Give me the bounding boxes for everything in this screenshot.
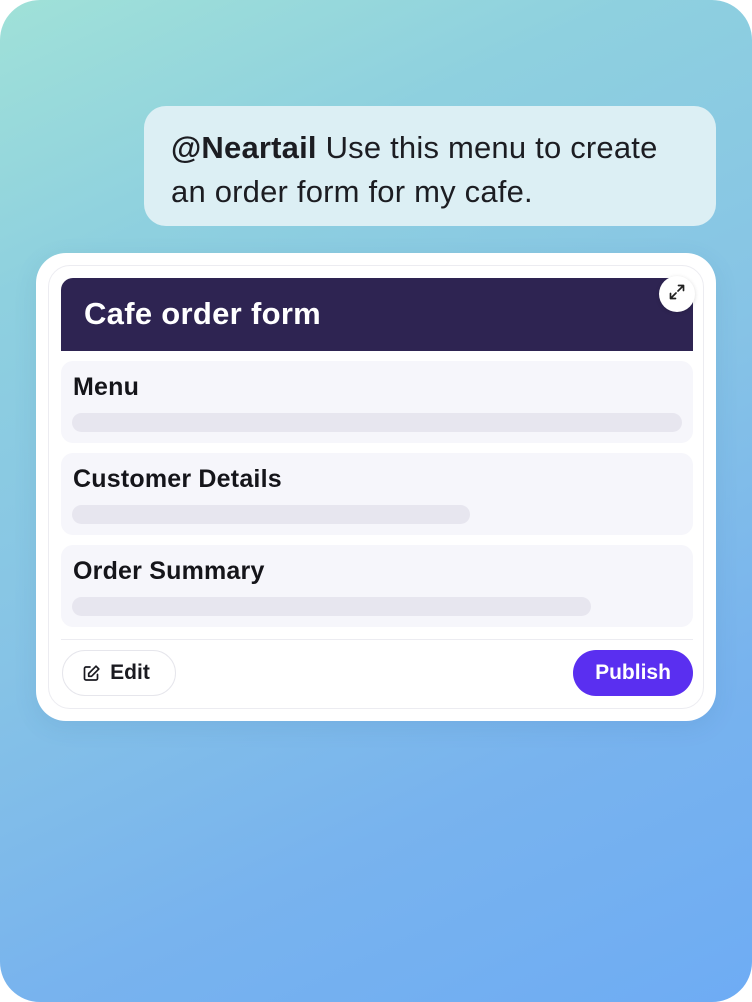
background-canvas: @Neartail Use this menu to create an ord… [0, 0, 752, 1002]
edit-button[interactable]: Edit [62, 650, 176, 696]
section-title-order-summary: Order Summary [73, 557, 265, 585]
section-order-summary[interactable]: Order Summary [61, 545, 693, 627]
chat-mention: @Neartail [171, 130, 317, 165]
edit-button-label: Edit [110, 661, 150, 684]
form-title: Cafe order form [84, 296, 322, 331]
chat-message-bubble: @Neartail Use this menu to create an ord… [144, 106, 716, 226]
footer-divider [61, 639, 693, 640]
section-placeholder-bar [72, 597, 591, 616]
form-preview-card: Cafe order form Menu Customer Details Or… [36, 253, 716, 721]
chat-message-text-line2: an order form for my cafe. [171, 174, 533, 209]
chat-message-text-line1: Use this menu to create [316, 130, 658, 165]
expand-icon [668, 283, 686, 306]
publish-button[interactable]: Publish [573, 650, 693, 696]
expand-button[interactable] [659, 276, 695, 312]
section-customer-details[interactable]: Customer Details [61, 453, 693, 535]
section-placeholder-bar [72, 413, 682, 432]
form-preview-inner: Cafe order form Menu Customer Details Or… [48, 265, 704, 709]
section-title-customer-details: Customer Details [73, 465, 282, 493]
edit-icon [82, 664, 101, 683]
section-title-menu: Menu [73, 373, 140, 401]
form-header: Cafe order form [61, 278, 693, 351]
section-menu[interactable]: Menu [61, 361, 693, 443]
section-placeholder-bar [72, 505, 470, 524]
publish-button-label: Publish [595, 661, 671, 684]
